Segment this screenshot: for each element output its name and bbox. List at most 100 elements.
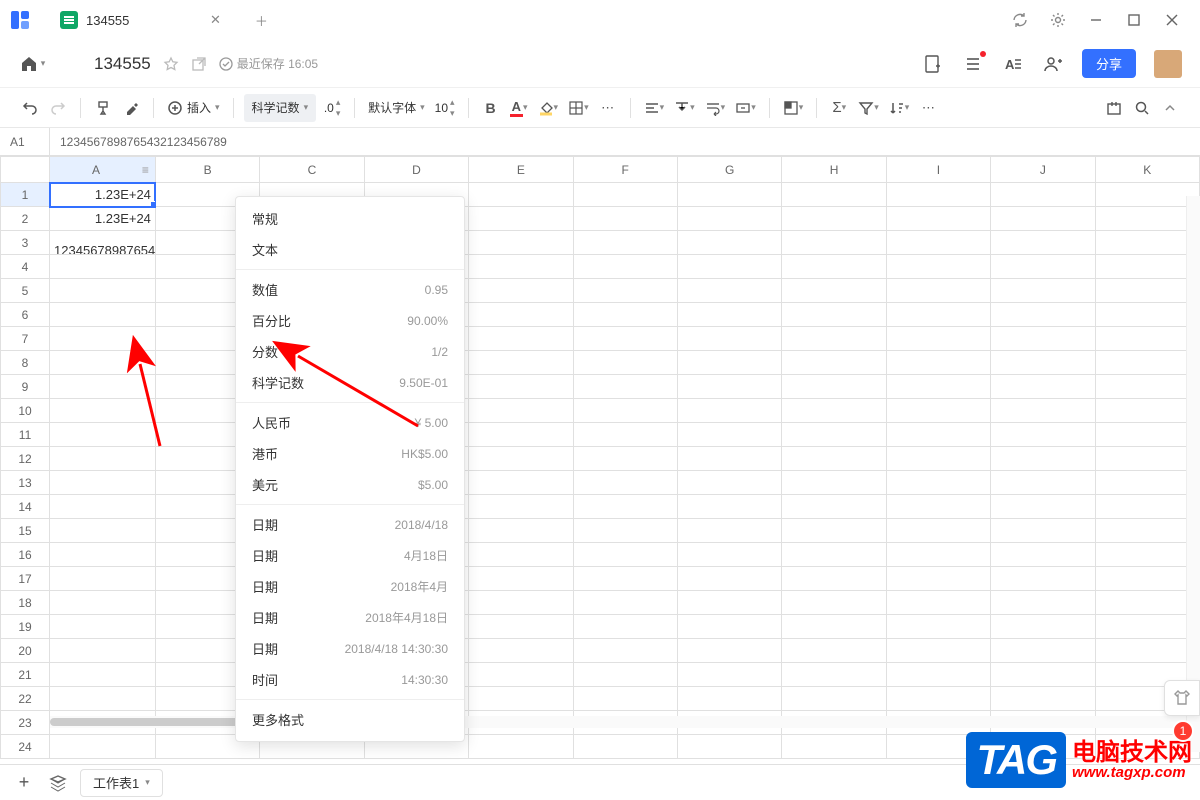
cell-I5[interactable] <box>886 279 990 303</box>
floating-shirt-button[interactable] <box>1164 680 1200 716</box>
row-header-5[interactable]: 5 <box>1 279 50 303</box>
format-option-17[interactable]: 时间14:30:30 <box>236 664 464 695</box>
font-family-dropdown[interactable]: 默认字体▾ <box>365 94 428 122</box>
cell-J13[interactable] <box>991 471 1095 495</box>
cell-F16[interactable] <box>573 543 677 567</box>
cell-J11[interactable] <box>991 423 1095 447</box>
sync-icon[interactable] <box>1010 10 1030 30</box>
column-header-J[interactable]: J <box>991 157 1095 183</box>
cell-E7[interactable] <box>469 327 573 351</box>
cell-I16[interactable] <box>886 543 990 567</box>
format-option-5[interactable]: 分数1/2 <box>236 336 464 367</box>
cell-K2[interactable] <box>1095 207 1199 231</box>
format-option-4[interactable]: 百分比90.00% <box>236 305 464 336</box>
cell-I10[interactable] <box>886 399 990 423</box>
cell-H21[interactable] <box>782 663 886 687</box>
cell-K15[interactable] <box>1095 519 1199 543</box>
format-option-19[interactable]: 更多格式 <box>236 704 464 735</box>
cell-A14[interactable] <box>50 495 156 519</box>
sort-button[interactable]: ▾ <box>886 94 913 122</box>
row-header-10[interactable]: 10 <box>1 399 50 423</box>
cell-F1[interactable] <box>573 183 677 207</box>
cell-G17[interactable] <box>677 567 781 591</box>
settings-icon[interactable] <box>1048 10 1068 30</box>
cell-G7[interactable] <box>677 327 781 351</box>
bold-button[interactable]: B <box>479 94 503 122</box>
cell-H19[interactable] <box>782 615 886 639</box>
cell-I13[interactable] <box>886 471 990 495</box>
cell-E12[interactable] <box>469 447 573 471</box>
cell-F15[interactable] <box>573 519 677 543</box>
cell-G5[interactable] <box>677 279 781 303</box>
cell-K12[interactable] <box>1095 447 1199 471</box>
column-header-H[interactable]: H <box>782 157 886 183</box>
cell-E21[interactable] <box>469 663 573 687</box>
cell-H14[interactable] <box>782 495 886 519</box>
format-option-6[interactable]: 科学记数9.50E-01 <box>236 367 464 398</box>
cell-A24[interactable] <box>50 735 156 759</box>
row-header-19[interactable]: 19 <box>1 615 50 639</box>
row-header-22[interactable]: 22 <box>1 687 50 711</box>
cell-F8[interactable] <box>573 351 677 375</box>
cell-K17[interactable] <box>1095 567 1199 591</box>
cell-I2[interactable] <box>886 207 990 231</box>
row-header-8[interactable]: 8 <box>1 351 50 375</box>
format-option-9[interactable]: 港币HK$5.00 <box>236 438 464 469</box>
cell-F3[interactable] <box>573 231 677 255</box>
merge-button[interactable]: ▾ <box>732 94 759 122</box>
cell-I7[interactable] <box>886 327 990 351</box>
cell-E22[interactable] <box>469 687 573 711</box>
cell-F13[interactable] <box>573 471 677 495</box>
cell-A12[interactable] <box>50 447 156 471</box>
column-header-F[interactable]: F <box>573 157 677 183</box>
cell-F11[interactable] <box>573 423 677 447</box>
row-header-3[interactable]: 3 <box>1 231 50 255</box>
format-painter-button[interactable] <box>91 94 115 122</box>
cell-A13[interactable] <box>50 471 156 495</box>
search-button[interactable] <box>1130 94 1154 122</box>
row-header-11[interactable]: 11 <box>1 423 50 447</box>
cell-A8[interactable] <box>50 351 156 375</box>
home-button[interactable]: ▾ <box>18 50 46 78</box>
cell-J20[interactable] <box>991 639 1095 663</box>
cell-G4[interactable] <box>677 255 781 279</box>
cell-F2[interactable] <box>573 207 677 231</box>
cell-reference[interactable]: A1 <box>0 128 50 155</box>
cell-A11[interactable] <box>50 423 156 447</box>
document-tab[interactable]: 134555 ✕ <box>48 4 235 36</box>
cell-I17[interactable] <box>886 567 990 591</box>
column-header-C[interactable]: C <box>260 157 364 183</box>
maximize-icon[interactable] <box>1124 10 1144 30</box>
cell-H2[interactable] <box>782 207 886 231</box>
row-header-23[interactable]: 23 <box>1 711 50 735</box>
cell-K3[interactable] <box>1095 231 1199 255</box>
row-header-24[interactable]: 24 <box>1 735 50 759</box>
cell-E1[interactable] <box>469 183 573 207</box>
row-header-12[interactable]: 12 <box>1 447 50 471</box>
row-header-17[interactable]: 17 <box>1 567 50 591</box>
cell-H1[interactable] <box>782 183 886 207</box>
avatar[interactable] <box>1154 50 1182 78</box>
number-format-dropdown[interactable]: 科学记数▾ <box>244 94 317 122</box>
format-option-16[interactable]: 日期2018/4/18 14:30:30 <box>236 633 464 664</box>
new-doc-icon[interactable] <box>922 53 944 75</box>
font-size-dropdown[interactable]: 10▴▾ <box>432 94 458 122</box>
row-header-2[interactable]: 2 <box>1 207 50 231</box>
cell-A22[interactable] <box>50 687 156 711</box>
cell-E8[interactable] <box>469 351 573 375</box>
borders-button[interactable]: ▾ <box>565 94 592 122</box>
column-header-D[interactable]: D <box>364 157 468 183</box>
cell-E2[interactable] <box>469 207 573 231</box>
cell-A19[interactable] <box>50 615 156 639</box>
horizontal-scrollbar[interactable] <box>50 716 1186 728</box>
wrap-button[interactable]: ▾ <box>702 94 729 122</box>
column-header-I[interactable]: I <box>886 157 990 183</box>
list-icon[interactable] <box>962 53 984 75</box>
cell-H24[interactable] <box>782 735 886 759</box>
cell-H11[interactable] <box>782 423 886 447</box>
add-user-icon[interactable] <box>1042 53 1064 75</box>
cell-E15[interactable] <box>469 519 573 543</box>
cell-E9[interactable] <box>469 375 573 399</box>
collapse-toolbar-button[interactable] <box>1158 94 1182 122</box>
cell-K16[interactable] <box>1095 543 1199 567</box>
